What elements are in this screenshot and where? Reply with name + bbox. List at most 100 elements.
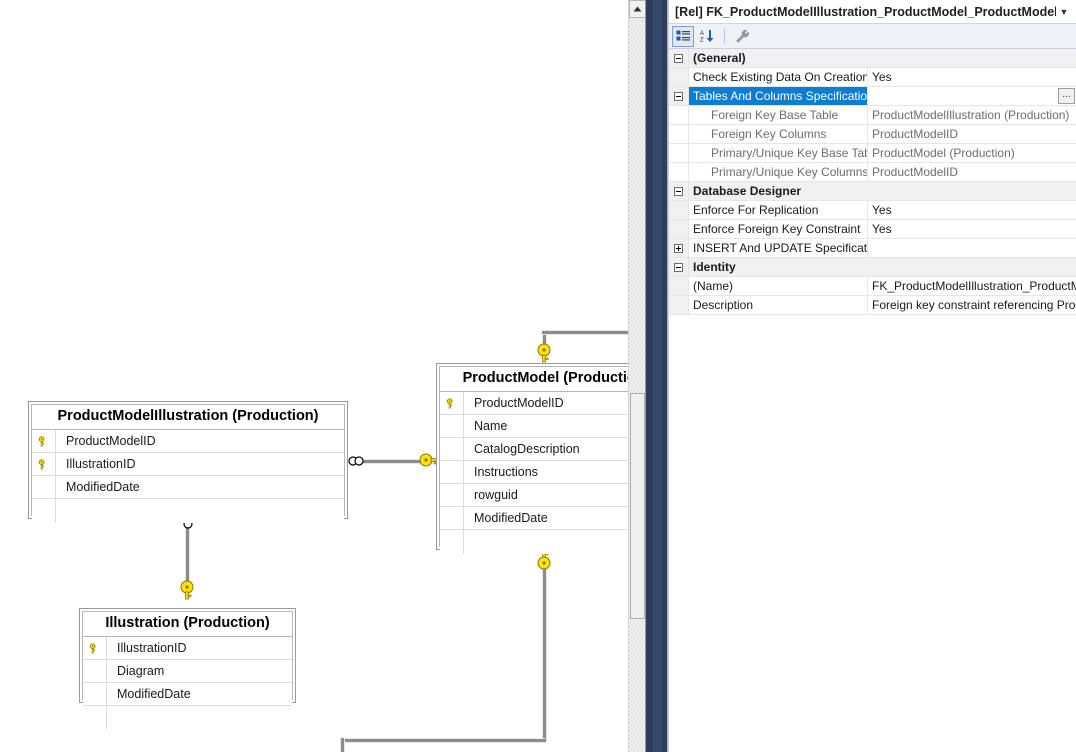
property-row-check-existing-data[interactable]: Check Existing Data On Creation Yes [669,68,1076,87]
property-value: ProductModelID [868,125,1076,143]
property-row-enforce-foreign-key-constraint[interactable]: Enforce Foreign Key Constraint Yes [669,220,1076,239]
database-diagram-window: ProductModelIllustration (Production) Pr… [0,0,1076,752]
column-gutter [440,415,464,437]
table-row[interactable]: Diagram [83,660,292,683]
table-row[interactable]: Name [440,415,645,438]
column-name: ModifiedDate [117,687,191,701]
column-gutter [83,706,107,730]
relationship-line-pmi-illustration[interactable] [185,522,190,588]
table-row[interactable]: Instructions [440,461,645,484]
table-row[interactable]: IllustrationID [32,453,344,476]
key-one-icon-pm-top [537,343,551,363]
expand-plus-icon[interactable] [669,239,689,257]
property-name: Foreign Key Base Table [689,106,868,124]
property-pages-wrench-icon[interactable] [731,26,753,47]
property-name: Identity [689,258,868,276]
collapse-minus-icon[interactable] [669,49,689,67]
property-row-foreign-key-columns[interactable]: Foreign Key Columns ProductModelID [669,125,1076,144]
property-value [868,49,1076,67]
property-expander-spacer [669,277,689,295]
property-value[interactable]: Yes [868,68,1076,86]
property-value [868,239,1076,257]
property-name: Primary/Unique Key Base Table [689,144,868,162]
table-product-model-illustration[interactable]: ProductModelIllustration (Production) Pr… [28,401,348,523]
ellipsis-button[interactable]: ... [1058,88,1075,104]
property-value[interactable]: Yes [868,220,1076,238]
property-value[interactable]: Yes [868,201,1076,219]
property-name: Check Existing Data On Creation [689,68,868,86]
property-value[interactable]: Foreign key constraint referencing Produ… [868,296,1076,314]
column-name: IllustrationID [117,641,187,655]
chevron-down-icon[interactable]: ▼ [1056,7,1072,17]
property-row-primary-unique-key-base-table[interactable]: Primary/Unique Key Base Table ProductMod… [669,144,1076,163]
splitter-grip [653,0,662,752]
table-illustration[interactable]: Illustration (Production) IllustrationID… [79,608,296,730]
table-row[interactable]: ProductModelID [32,430,344,453]
property-row-primary-unique-key-columns[interactable]: Primary/Unique Key Columns ProductModelI… [669,163,1076,182]
property-name: Primary/Unique Key Columns [689,163,868,181]
property-row-foreign-key-base-table[interactable]: Foreign Key Base Table ProductModelIllus… [669,106,1076,125]
property-expander-spacer [669,144,689,162]
column-name: ProductModelID [66,434,156,448]
table-row[interactable]: ModifiedDate [83,683,292,706]
primary-key-icon [32,430,56,452]
property-category-general[interactable]: (General) [669,49,1076,68]
svg-text:A: A [700,31,704,37]
table-row[interactable]: ModifiedDate [440,507,645,530]
property-row-tables-and-columns-specification[interactable]: Tables And Columns Specification ... [669,87,1076,106]
table-title-product-model-illustration: ProductModelIllustration (Production) [32,405,344,429]
property-expander-spacer [669,296,689,314]
property-value[interactable]: ... [868,87,1076,105]
collapse-minus-icon[interactable] [669,87,689,105]
table-row[interactable]: ModifiedDate [32,476,344,499]
property-name: (Name) [689,277,868,295]
column-gutter [83,683,107,705]
table-row[interactable]: CatalogDescription [440,438,645,461]
table-row[interactable]: IllustrationID [83,637,292,660]
column-name: CatalogDescription [474,442,580,456]
table-row[interactable]: rowguid [440,484,645,507]
property-name: Tables And Columns Specification [689,87,868,105]
property-value [868,182,1076,200]
relationship-line-pm-bottom-segment-v[interactable] [542,569,547,742]
property-row-description[interactable]: Description Foreign key constraint refer… [669,296,1076,315]
scrollbar-thumb[interactable] [630,393,645,619]
collapse-minus-icon[interactable] [669,182,689,200]
relationship-line-pm-bottom-segment-v2[interactable] [340,738,345,752]
table-columns-product-model-illustration: ProductModelID IllustrationID ModifiedDa… [32,429,344,523]
property-expander-spacer [669,106,689,124]
column-gutter [440,438,464,460]
column-gutter [440,461,464,483]
database-diagram-canvas[interactable]: ProductModelIllustration (Production) Pr… [0,0,645,752]
panel-splitter[interactable] [645,0,668,752]
alphabetical-sort-icon[interactable]: A Z [696,26,718,47]
relationship-line-pm-bottom-segment-h[interactable] [340,738,545,743]
designer-vertical-scrollbar[interactable] [628,0,645,752]
relationship-line-pmi-pm[interactable] [358,459,426,464]
property-category-identity[interactable]: Identity [669,258,1076,277]
table-row[interactable]: ProductModelID [440,392,645,415]
table-row-blank[interactable] [440,530,645,554]
categorized-view-icon[interactable] [672,25,694,47]
primary-key-icon [32,453,56,475]
property-name: Enforce For Replication [689,201,868,219]
property-row-enforce-for-replication[interactable]: Enforce For Replication Yes [669,201,1076,220]
svg-text:Z: Z [700,38,704,44]
column-name: ModifiedDate [474,511,548,525]
table-row-blank[interactable] [32,499,344,523]
scroll-up-arrow-icon[interactable] [629,0,645,18]
property-category-database-designer[interactable]: Database Designer [669,182,1076,201]
property-name: Enforce Foreign Key Constraint [689,220,868,238]
property-row-name[interactable]: (Name) FK_ProductModelIllustration_Produ… [669,277,1076,296]
column-gutter [440,530,464,554]
collapse-minus-icon[interactable] [669,258,689,276]
property-value[interactable]: FK_ProductModelIllustration_ProductModel… [868,277,1076,295]
property-expander-spacer [669,163,689,181]
table-product-model[interactable]: ProductModel (Production) ProductModelID… [436,363,645,554]
property-value [868,258,1076,276]
property-expander-spacer [669,220,689,238]
column-name: Name [474,419,508,433]
table-row-blank[interactable] [83,706,292,730]
property-row-insert-and-update-specification[interactable]: INSERT And UPDATE Specification [669,239,1076,258]
property-name: Database Designer [689,182,868,200]
